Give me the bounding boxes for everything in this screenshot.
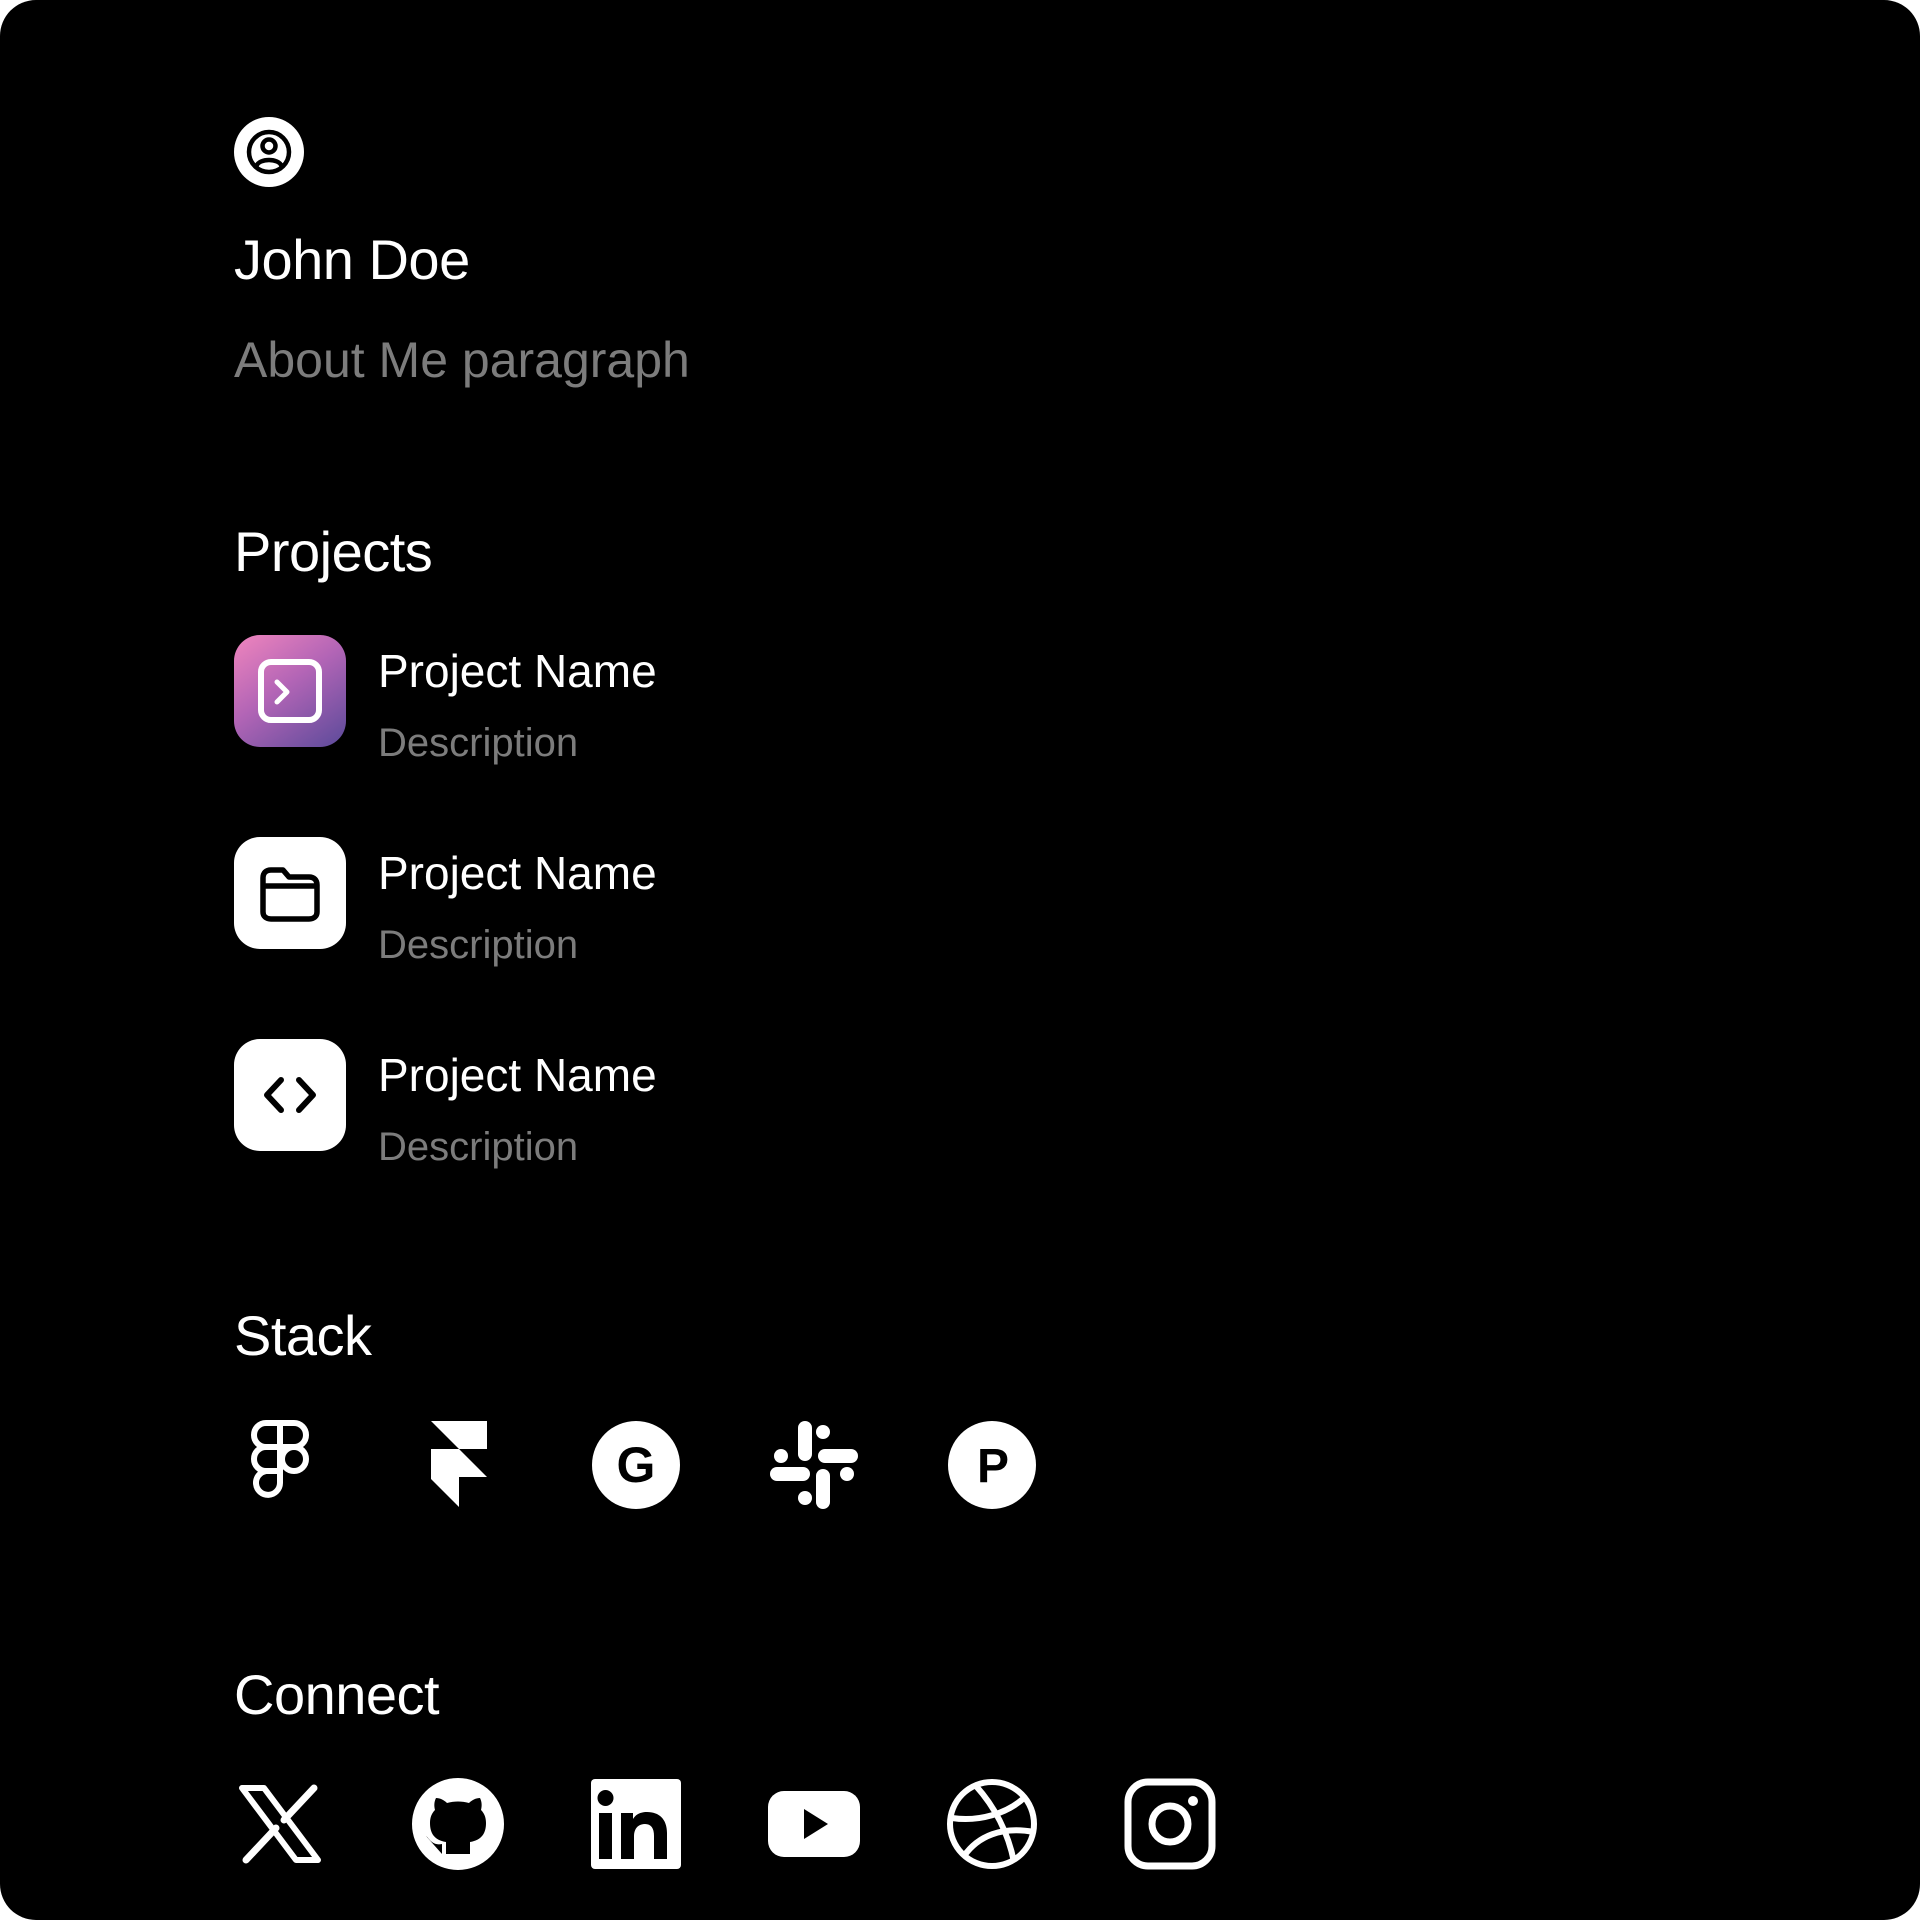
user-circle-icon[interactable] [234, 117, 304, 187]
project-item[interactable]: Project Name Description [234, 1039, 1134, 1169]
project-name: Project Name [378, 847, 657, 899]
slack-icon[interactable] [768, 1419, 860, 1511]
folder-icon [234, 837, 346, 949]
svg-text:G: G [617, 1437, 656, 1493]
stack-heading: Stack [234, 1304, 372, 1367]
figma-icon[interactable] [234, 1419, 326, 1511]
terminal-icon [234, 635, 346, 747]
grammarly-icon[interactable]: G [590, 1419, 682, 1511]
project-description: Description [378, 923, 579, 967]
profile-card: John Doe About Me paragraph Projects Pro… [0, 0, 1920, 1920]
connect-heading: Connect [234, 1663, 440, 1726]
project-item[interactable]: Project Name Description [234, 837, 1134, 967]
project-description: Description [378, 721, 579, 765]
code-icon [234, 1039, 346, 1151]
x-icon[interactable] [234, 1778, 326, 1870]
svg-text:P: P [977, 1440, 1009, 1493]
project-name: Project Name [378, 645, 657, 697]
producthunt-icon[interactable]: P [946, 1419, 1038, 1511]
youtube-icon[interactable] [768, 1778, 860, 1870]
dribbble-icon[interactable] [946, 1778, 1038, 1870]
project-name: Project Name [378, 1049, 657, 1101]
framer-icon[interactable] [412, 1419, 504, 1511]
project-item[interactable]: Project Name Description [234, 635, 1134, 765]
linkedin-icon[interactable] [590, 1778, 682, 1870]
about-paragraph: About Me paragraph [234, 332, 690, 388]
github-icon[interactable] [412, 1778, 504, 1870]
project-description: Description [378, 1125, 579, 1169]
profile-name: John Doe [234, 228, 470, 291]
instagram-icon[interactable] [1124, 1778, 1216, 1870]
projects-heading: Projects [234, 520, 433, 583]
